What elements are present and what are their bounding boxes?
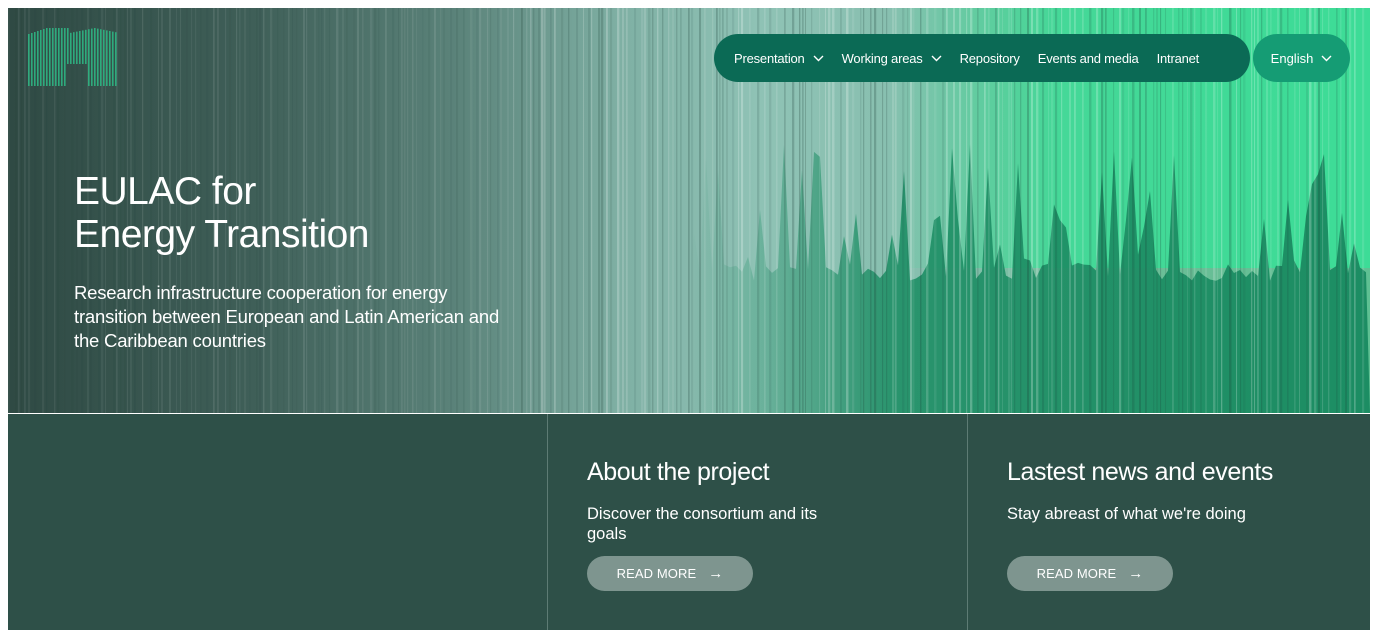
chevron-down-icon [1321, 55, 1332, 61]
hero-subtitle: Research infrastructure cooperation for … [74, 282, 500, 351]
nav-item-working-areas[interactable]: Working areas [842, 51, 942, 66]
hero-title: EULAC for Energy Transition [74, 170, 370, 256]
nav-item-repository[interactable]: Repository [960, 51, 1020, 66]
nav-item-label: Working areas [841, 50, 923, 66]
hero-title-line1: EULAC for [74, 170, 256, 213]
card-latest-news: Lastest news and events Stay abreast of … [968, 414, 1368, 630]
card-text: Discover the consortium and its goals [587, 505, 818, 543]
card-title: About the project [587, 458, 770, 486]
card-text: Stay abreast of what we're doing [1007, 505, 1246, 523]
language-selector[interactable]: English [1253, 34, 1350, 82]
card-about-project: About the project Discover the consortiu… [548, 414, 948, 630]
card-title: Lastest news and events [1007, 458, 1273, 486]
page-frame: EULAC for Energy Transition Research inf… [8, 8, 1370, 630]
language-label: English [1270, 50, 1314, 66]
nav-item-events-media[interactable]: Events and media [1038, 51, 1139, 66]
nav-item-label: Presentation [734, 50, 805, 66]
arrow-right-icon: → [708, 565, 724, 582]
nav-item-label: Intranet [1156, 50, 1200, 66]
nav-item-presentation[interactable]: Presentation [734, 51, 824, 66]
nav-item-label: Events and media [1037, 50, 1139, 66]
arrow-right-icon: → [1128, 565, 1144, 582]
bottom-section: About the project Discover the consortiu… [8, 414, 1370, 630]
nav-item-intranet[interactable]: Intranet [1157, 51, 1200, 66]
read-more-label: READ MORE [1036, 566, 1117, 581]
main-nav: Presentation Working areas Repository Ev… [714, 34, 1250, 82]
read-more-button[interactable]: READ MORE → [1007, 556, 1173, 591]
read-more-button[interactable]: READ MORE → [587, 556, 753, 591]
eulac-logo-icon[interactable] [26, 24, 120, 88]
nav-item-label: Repository [959, 50, 1020, 66]
chevron-down-icon [813, 55, 824, 61]
hero-title-line2: Energy Transition [74, 213, 370, 256]
chevron-down-icon [931, 55, 942, 61]
read-more-label: READ MORE [616, 566, 697, 581]
